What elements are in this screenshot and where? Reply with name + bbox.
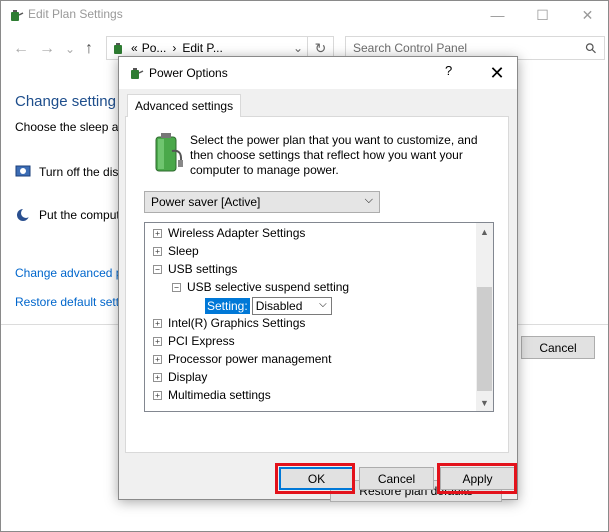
tree-item-usb-settings[interactable]: − USB settings: [153, 260, 237, 278]
dialog-titlebar: Power Options ? ✕: [119, 57, 517, 89]
address-dropdown-icon[interactable]: ⌄: [293, 41, 303, 55]
dialog-description: Select the power plan that you want to c…: [190, 133, 478, 177]
power-options-icon: [131, 68, 144, 79]
tree-item-label: Wireless Adapter Settings: [168, 226, 306, 240]
dialog-close-button[interactable]: ✕: [482, 61, 512, 85]
tree-item-processor-power[interactable]: + Processor power management: [153, 350, 331, 368]
tree-item-label: Intel(R) Graphics Settings: [168, 316, 306, 330]
tree-item-label: Multimedia settings: [168, 388, 271, 402]
page-heading: Change setting: [15, 93, 116, 110]
restore-default-settings-link[interactable]: Restore default setti: [15, 295, 122, 309]
window-titlebar: Edit Plan Settings — ☐ ✕: [1, 1, 608, 29]
dialog-title: Power Options: [149, 66, 228, 80]
chevron-down-icon: ⌵: [364, 194, 373, 206]
search-input[interactable]: Search Control Panel: [353, 41, 467, 55]
setting-label: Setting:: [205, 298, 250, 314]
recent-locations-icon[interactable]: ⌄: [65, 39, 75, 59]
expand-icon[interactable]: +: [153, 318, 162, 328]
up-arrow-icon[interactable]: ↑: [85, 39, 93, 59]
tab-advanced-settings[interactable]: Advanced settings: [127, 94, 242, 117]
power-options-icon: [11, 10, 24, 21]
collapse-icon[interactable]: −: [172, 282, 181, 292]
tree-item-display[interactable]: + Display: [153, 368, 207, 386]
tree-item-sleep[interactable]: + Sleep: [153, 242, 199, 260]
setting-value-select[interactable]: Disabled ⌵: [251, 297, 332, 315]
minimize-button[interactable]: —: [475, 1, 520, 29]
tree-scrollbar[interactable]: ▲ ▼: [476, 223, 493, 411]
put-computer-to-sleep-row: Put the comput: [15, 207, 120, 223]
tree-item-multimedia[interactable]: + Multimedia settings: [153, 386, 271, 404]
tree-item-usb-selective-suspend[interactable]: − USB selective suspend setting: [172, 278, 349, 296]
breadcrumb-item-edit-plan[interactable]: Edit P...: [182, 41, 222, 55]
help-button[interactable]: ?: [445, 63, 452, 78]
tree-item-label: USB selective suspend setting: [187, 280, 350, 294]
tree-item-wireless-adapter[interactable]: + Wireless Adapter Settings: [153, 224, 305, 242]
power-options-dialog: Power Options ? ✕ Advanced settings Sele…: [118, 56, 518, 502]
search-icon[interactable]: ⚲: [581, 38, 600, 57]
breadcrumb-overflow-icon[interactable]: «: [131, 41, 138, 55]
breadcrumb-separator-icon: ›: [172, 41, 177, 55]
tree-item-label: PCI Express: [168, 334, 235, 348]
control-panel-icon: [114, 43, 122, 54]
ok-highlight-box: [275, 463, 355, 494]
expand-icon[interactable]: +: [153, 246, 162, 256]
cancel-button[interactable]: Cancel: [359, 467, 434, 490]
back-arrow-icon[interactable]: ←: [13, 39, 29, 59]
tree-item-pci-express[interactable]: + PCI Express: [153, 332, 235, 350]
forward-arrow-icon[interactable]: →: [39, 39, 55, 59]
tree-item-label: Processor power management: [168, 352, 332, 366]
breadcrumb-item-power[interactable]: Po...: [142, 41, 167, 55]
power-plan-selected-value: Power saver [Active]: [151, 195, 261, 209]
scroll-down-icon[interactable]: ▼: [476, 394, 493, 411]
tree-item-label: Display: [168, 370, 208, 384]
power-plan-select[interactable]: Power saver [Active] ⌵: [144, 191, 380, 213]
expand-icon[interactable]: +: [153, 228, 162, 238]
page-subtitle: Choose the sleep an: [15, 120, 126, 134]
background-cancel-button[interactable]: Cancel: [521, 336, 595, 359]
change-advanced-settings-link[interactable]: Change advanced p: [15, 266, 122, 280]
collapse-icon[interactable]: −: [153, 264, 162, 274]
tree-item-intel-graphics[interactable]: + Intel(R) Graphics Settings: [153, 314, 305, 332]
setting-selected-value: Disabled: [255, 299, 303, 313]
scrollbar-thumb[interactable]: [477, 287, 492, 391]
scroll-up-icon[interactable]: ▲: [476, 223, 493, 240]
turn-off-display-row: Turn off the dis: [15, 164, 118, 180]
advanced-settings-panel: Select the power plan that you want to c…: [125, 116, 509, 502]
expand-icon[interactable]: +: [153, 354, 162, 364]
battery-icon: [155, 133, 183, 172]
settings-tree[interactable]: + Wireless Adapter Settings + Sleep − US…: [144, 222, 494, 412]
expand-icon[interactable]: +: [153, 372, 162, 382]
expand-icon[interactable]: +: [153, 390, 162, 400]
apply-highlight-box: [437, 463, 517, 494]
window-title: Edit Plan Settings: [28, 7, 123, 21]
close-button[interactable]: ✕: [565, 1, 609, 29]
tree-item-label: Sleep: [168, 244, 199, 258]
maximize-button[interactable]: ☐: [520, 1, 565, 29]
turn-off-display-label: Turn off the dis: [39, 165, 119, 179]
display-icon: [15, 165, 31, 177]
tree-item-setting[interactable]: Setting: Disabled ⌵: [205, 296, 332, 316]
put-computer-to-sleep-label: Put the comput: [39, 208, 120, 222]
sleep-moon-icon: [17, 208, 31, 221]
chevron-down-icon: ⌵: [319, 299, 327, 310]
tree-item-label: USB settings: [168, 262, 238, 276]
expand-icon[interactable]: +: [153, 336, 162, 346]
